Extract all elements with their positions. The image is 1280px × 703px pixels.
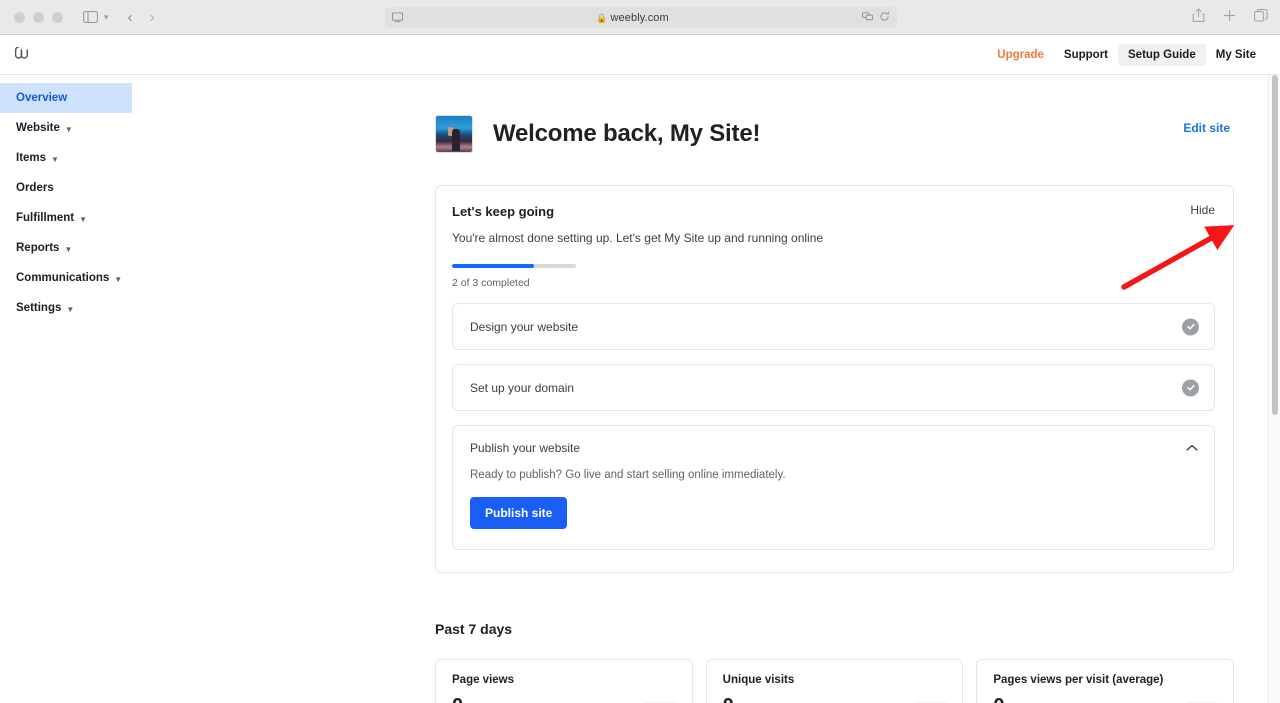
- address-bar-actions: [862, 9, 890, 27]
- stat-label: Unique visits: [722, 674, 795, 686]
- sidebar-item-overview[interactable]: Overview: [0, 83, 132, 113]
- browser-toolbar-right: [1192, 0, 1268, 35]
- chevron-down-icon: ▼: [64, 124, 73, 134]
- reload-icon[interactable]: [879, 9, 890, 27]
- chevron-down-icon: ▼: [79, 214, 88, 224]
- sidebar-item-label: Reports: [16, 242, 60, 254]
- sidebar-item-fulfillment[interactable]: Fulfillment ▼: [0, 203, 132, 233]
- header-nav-upgrade[interactable]: Upgrade: [987, 44, 1054, 66]
- header-nav: Upgrade Support Setup Guide My Site: [987, 35, 1266, 75]
- progress-bar: [452, 264, 576, 268]
- past-7-days-title: Past 7 days: [435, 621, 513, 637]
- checklist-item-label: Design your website: [470, 319, 579, 334]
- page-body: Overview Website ▼ Items ▼ Orders Fulfil…: [0, 75, 1280, 703]
- stat-value: 0: [723, 695, 947, 703]
- navigation-arrows[interactable]: ‹ ›: [128, 10, 155, 25]
- sidebar-item-label: Items: [16, 152, 47, 164]
- maximize-window-button[interactable]: [52, 11, 63, 23]
- minimize-window-button[interactable]: [33, 11, 44, 23]
- back-button[interactable]: ‹: [128, 10, 133, 25]
- checklist-title: Let's keep going: [452, 204, 555, 219]
- stat-value: 0: [452, 695, 676, 703]
- sidebar-item-label: Communications: [16, 272, 110, 284]
- sidebar-item-label: Settings: [16, 302, 62, 314]
- weebly-logo-icon[interactable]: [14, 47, 33, 62]
- close-window-button[interactable]: [14, 11, 25, 23]
- stats-row: Page views 0 -- Unique visits 0 --: [435, 659, 1235, 703]
- reader-view-icon[interactable]: [392, 12, 403, 23]
- checklist-item-description: Ready to publish? Go live and start sell…: [470, 469, 786, 481]
- header-nav-support[interactable]: Support: [1054, 44, 1118, 66]
- chevron-down-icon: ▼: [66, 304, 75, 314]
- site-thumbnail[interactable]: [435, 115, 473, 153]
- window-traffic-lights[interactable]: [14, 11, 63, 23]
- tab-overview-icon[interactable]: [1254, 8, 1268, 27]
- main-content: Welcome back, My Site! Edit site Let's k…: [133, 75, 1280, 703]
- header-nav-my-site[interactable]: My Site: [1206, 44, 1266, 66]
- url-value: weebly.com: [610, 11, 669, 24]
- stat-label: Page views: [452, 674, 515, 686]
- setup-checklist-card: Let's keep going Hide You're almost done…: [435, 185, 1234, 573]
- sidebar-item-label: Orders: [16, 182, 54, 194]
- browser-chrome: ▾ ‹ › 🔒 weebly.com: [0, 0, 1280, 35]
- publish-site-button[interactable]: Publish site: [470, 497, 568, 529]
- progress-bar-fill: [452, 264, 534, 268]
- plus-icon[interactable]: [1223, 9, 1236, 27]
- lock-icon: 🔒: [596, 12, 608, 23]
- sidebar-item-communications[interactable]: Communications ▼: [0, 263, 132, 293]
- stat-value: 0: [993, 695, 1217, 703]
- page-scrollbar[interactable]: [1268, 75, 1280, 703]
- chevron-up-icon[interactable]: [1186, 443, 1198, 455]
- checklist-item-design-website[interactable]: Design your website: [452, 303, 1215, 350]
- stat-card-unique-visits: Unique visits 0 --: [705, 659, 964, 703]
- sidebar-item-settings[interactable]: Settings ▼: [0, 293, 132, 323]
- thumbnail-figure: [452, 129, 460, 151]
- page-title: Welcome back, My Site!: [493, 120, 761, 147]
- checklist-subtitle: You're almost done setting up. Let's get…: [452, 231, 824, 245]
- extensions-icon[interactable]: [862, 9, 874, 27]
- chevron-down-icon: ▼: [51, 154, 59, 164]
- sidebar-item-orders[interactable]: Orders: [0, 173, 132, 203]
- sidebar-item-label: Overview: [16, 92, 68, 104]
- checklist-item-label: Set up your domain: [470, 380, 575, 395]
- checklist-item-label: Publish your website: [470, 441, 581, 455]
- url-text-container: 🔒 weebly.com: [403, 12, 862, 24]
- hide-checklist-button[interactable]: Hide: [1190, 203, 1215, 217]
- sidebar-item-label: Fulfillment: [16, 212, 75, 224]
- checklist-item-setup-domain[interactable]: Set up your domain: [452, 364, 1215, 411]
- sidebar: Overview Website ▼ Items ▼ Orders Fulfil…: [0, 75, 133, 703]
- header-nav-setup-guide[interactable]: Setup Guide: [1118, 44, 1206, 66]
- share-icon[interactable]: [1192, 7, 1205, 28]
- sidebar-item-website[interactable]: Website ▼: [0, 113, 132, 143]
- chevron-down-icon: ▼: [64, 244, 73, 254]
- sidebar-toggle-icon[interactable]: [83, 11, 98, 23]
- forward-button[interactable]: ›: [150, 10, 155, 25]
- chevron-down-icon: ▼: [114, 274, 123, 284]
- stat-label: Pages views per visit (average): [993, 674, 1164, 686]
- app-header: Upgrade Support Setup Guide My Site: [0, 35, 1280, 75]
- welcome-row: Welcome back, My Site! Edit site: [435, 115, 1234, 153]
- scrollbar-thumb[interactable]: [1272, 75, 1278, 415]
- check-circle-icon: [1182, 379, 1199, 396]
- sidebar-item-items[interactable]: Items ▼: [0, 143, 132, 173]
- progress-text: 2 of 3 completed: [452, 277, 530, 289]
- sidebar-dropdown-icon[interactable]: ▾: [104, 12, 109, 23]
- sidebar-item-reports[interactable]: Reports ▼: [0, 233, 132, 263]
- sidebar-item-label: Website: [16, 122, 60, 134]
- stat-card-page-views: Page views 0 --: [435, 659, 693, 703]
- check-circle-icon: [1182, 318, 1199, 335]
- checklist-item-publish-website[interactable]: Publish your website Ready to publish? G…: [452, 425, 1215, 550]
- edit-site-link[interactable]: Edit site: [1183, 121, 1230, 135]
- address-bar[interactable]: 🔒 weebly.com: [385, 7, 897, 28]
- stat-card-pages-per-visit: Pages views per visit (average) 0 --: [976, 659, 1235, 703]
